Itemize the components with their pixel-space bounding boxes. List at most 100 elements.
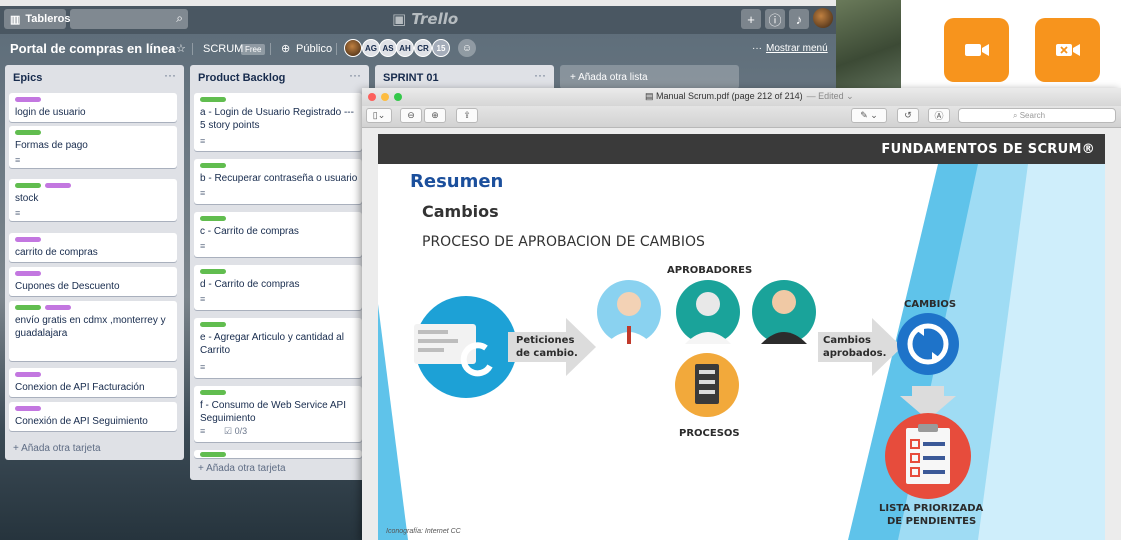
member-avatar[interactable]: AG [362,39,380,57]
rotate-button[interactable]: ↺ [897,108,919,123]
boards-button[interactable]: ▥ Tableros [4,9,70,29]
card-label [200,269,226,274]
card-labels [15,372,41,377]
card[interactable]: carrito de compras [9,233,177,262]
show-menu-button[interactable]: ··· Mostrar menú [752,43,828,54]
user-avatar[interactable] [813,8,833,28]
card[interactable]: Cupones de Descuento [9,267,177,296]
zoom-in-button[interactable]: ⊕ [424,108,446,123]
invite-member-icon[interactable]: ☺ [458,39,476,57]
icon-credit: Iconografía: Internet CC [386,528,461,535]
card[interactable]: envío gratis en cdmx ,monterrey y guadal… [9,301,177,361]
member-avatar[interactable]: AH [396,39,414,57]
card-labels [15,183,71,188]
card[interactable]: Conexión de API Seguimiento [9,402,177,431]
member-count-badge[interactable]: 15 [432,39,450,57]
card-labels [15,237,41,242]
zoom-out-button[interactable]: ⊖ [400,108,422,123]
card-label [15,97,41,102]
trello-logo-icon: ▣ [392,10,407,28]
card-title: e - Agregar Articulo y cantidad al Carri… [200,332,344,356]
card-label [200,163,226,168]
card-labels [15,130,41,135]
create-button[interactable]: + [741,9,761,29]
start-video-button[interactable] [944,18,1009,82]
zoom-window-button[interactable] [394,93,402,101]
window-title-text: Manual Scrum.pdf (page 212 of 214) [656,91,803,101]
card-title: Conexion de API Facturación [15,382,145,393]
close-window-button[interactable] [368,93,376,101]
video-off-button[interactable] [1035,18,1100,82]
list-menu-icon[interactable]: ··· [349,68,361,82]
card[interactable]: e - Agregar Articulo y cantidad al Carri… [194,318,362,378]
card-title: Conexión de API Seguimiento [15,416,148,427]
sidebar-icon: ▯⌄ [372,110,386,120]
plus-icon: + [747,11,755,27]
header-divider [336,43,337,55]
edited-status[interactable]: — Edited ⌄ [807,91,854,101]
star-icon[interactable]: ☆ [176,42,186,55]
add-list-button[interactable]: + Añada otra lista [560,65,739,89]
process-diagram [414,280,971,499]
trello-logo[interactable]: ▣ Trello [392,10,458,28]
list-product-backlog: Product Backlog ··· a - Login de Usuario… [190,65,369,480]
card-label [15,271,41,276]
card-label [15,183,41,188]
member-avatar[interactable] [344,39,362,57]
list-menu-icon[interactable]: ··· [534,68,546,82]
card-label [15,237,41,242]
card[interactable] [194,450,362,458]
zoom-in-icon: ⊕ [431,110,439,120]
card[interactable]: b - Recuperar contraseña o usuario ≡ [194,159,362,204]
minimize-window-button[interactable] [381,93,389,101]
card[interactable]: c - Carrito de compras ≡ [194,212,362,257]
card[interactable]: Conexion de API Facturación [9,368,177,397]
card[interactable]: Formas de pago ≡ [9,126,177,168]
member-avatar[interactable]: AS [379,39,397,57]
changes-sync-icon [897,313,959,375]
card-title: a - Login de Usuario Registrado --- 5 st… [200,107,354,131]
show-menu-label: Mostrar menú [766,43,828,54]
card[interactable]: a - Login de Usuario Registrado --- 5 st… [194,93,362,151]
list-menu-icon[interactable]: ··· [164,68,176,82]
team-name[interactable]: SCRUM [203,43,243,55]
card-title: f - Consumo de Web Service API Seguimien… [200,400,346,424]
card-label [200,322,226,327]
card-labels [200,97,226,102]
list-title[interactable]: Epics [13,72,42,84]
add-card-button[interactable]: + Añada otra tarjeta [198,463,286,474]
list-title[interactable]: SPRINT 01 [383,72,439,84]
checklist-icon: ☑ [224,426,233,436]
search-input[interactable]: ⌕ [70,9,188,29]
markup-button[interactable]: ✎ ⌄ [851,108,887,123]
list-title[interactable]: Product Backlog [198,72,285,84]
board-title[interactable]: Portal de compras en línea [10,41,175,56]
card[interactable]: login de usuario [9,93,177,122]
add-card-button[interactable]: + Añada otra tarjeta [13,443,101,454]
boards-icon: ▥ [10,13,21,26]
visibility-button[interactable]: Público [296,43,332,55]
card-title: Formas de pago [15,140,88,151]
markup-icon: Ⓐ [934,111,944,121]
info-button[interactable]: ⓘ [765,9,785,29]
notifications-button[interactable]: ♪ [789,9,809,29]
globe-icon[interactable]: ⊕ [281,42,290,55]
card-labels [200,322,226,327]
card-label [45,183,71,188]
search-field[interactable]: ⌕ Search [958,108,1116,123]
checklist-count: 0/3 [234,426,248,436]
card-label [200,216,226,221]
card-label [15,406,41,411]
markup-toolbar-button[interactable]: Ⓐ [928,108,950,123]
approved-label-line2: aprobados. [823,348,887,359]
sidebar-toggle-button[interactable]: ▯⌄ [366,108,392,123]
member-avatar[interactable]: CR [414,39,432,57]
card-labels [15,271,41,276]
card[interactable]: d - Carrito de compras ≡ [194,265,362,310]
card[interactable]: stock ≡ [9,179,177,221]
share-button[interactable]: ⇪ [456,108,478,123]
card-label [15,372,41,377]
card-labels [15,406,41,411]
card-title: Cupones de Descuento [15,281,120,292]
card[interactable]: f - Consumo de Web Service API Seguimien… [194,386,362,442]
